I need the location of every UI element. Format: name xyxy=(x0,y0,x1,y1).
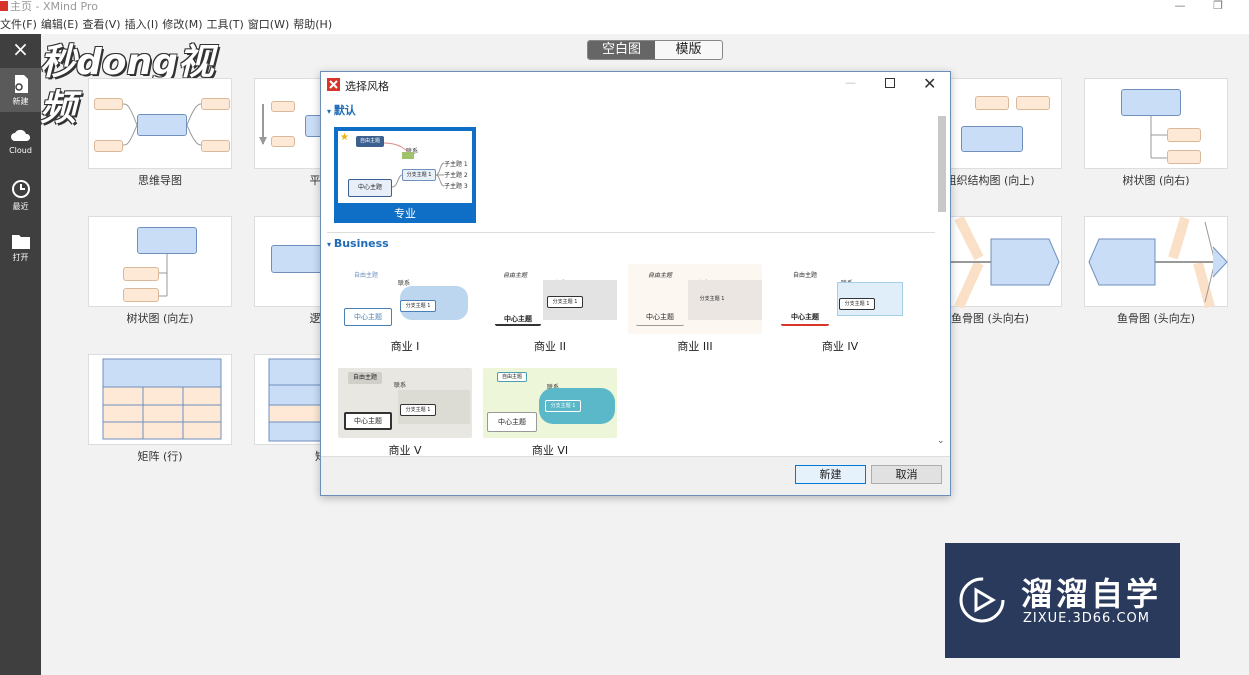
style-card-business-5[interactable]: 自由主题 联系 中心主题 分支主题 1 xyxy=(338,368,472,438)
scrollbar[interactable]: ⌄ xyxy=(935,102,949,450)
menu-help[interactable]: 帮助(H) xyxy=(293,16,336,34)
style-label: 商业 V xyxy=(388,444,422,456)
mini-free-topic: 自由主题 xyxy=(503,272,528,279)
style-label: 商业 I xyxy=(390,340,420,353)
style-card-business-4[interactable]: 自由主题 联系 中心主题 分支主题 1 xyxy=(773,264,907,334)
minimize-icon[interactable]: — xyxy=(845,76,856,89)
style-list: ▾ 默认 ★ 自由主题 联系 中心主题 分支主题 1 子主题 1 子主题 2 子… xyxy=(321,98,935,456)
menu-insert[interactable]: 插入(I) xyxy=(125,16,163,34)
xmind-logo-icon xyxy=(0,1,8,11)
xmind-logo-icon xyxy=(327,78,340,91)
new-button[interactable]: 新建 xyxy=(795,465,866,484)
dialog-title: 选择风格 xyxy=(345,80,389,93)
mini-free-topic: 自由主题 xyxy=(793,272,818,279)
template-card-mindmap[interactable] xyxy=(88,78,232,169)
style-label: 商业 IV xyxy=(821,340,859,353)
cloud-icon xyxy=(10,129,30,141)
mini-relation: 联系 xyxy=(394,382,407,389)
view-toggle: 空白图 模版 xyxy=(587,40,723,60)
menu-view[interactable]: 查看(V) xyxy=(82,16,124,34)
watermark-url: ZIXUE.3D66.COM xyxy=(1023,611,1150,626)
title-bar: 主页 - XMind Pro — ❐ xyxy=(0,0,1249,16)
menu-window[interactable]: 窗口(W) xyxy=(248,16,293,34)
mini-free-topic: 自由主题 xyxy=(648,272,673,279)
style-card-business-6[interactable]: 自由主题 联系 中心主题 分支主题 1 xyxy=(483,368,617,438)
tab-template[interactable]: 模版 xyxy=(655,41,722,59)
folder-icon xyxy=(11,235,30,249)
mini-branch-topic: 分支主题 1 xyxy=(400,300,436,312)
mini-free-topic: 自由主题 xyxy=(354,272,379,279)
style-card-professional[interactable]: ★ 自由主题 联系 中心主题 分支主题 1 子主题 1 子主题 2 子主题 3 … xyxy=(334,127,476,223)
mini-branch-topic: 分支主题 1 xyxy=(547,296,583,308)
sidebar-item-recent[interactable]: 最近 xyxy=(0,179,41,212)
new-file-icon xyxy=(14,75,28,93)
menu-bar: 文件(F) 编辑(E) 查看(V) 插入(I) 修改(M) 工具(T) 窗口(W… xyxy=(0,16,1249,34)
template-card-matrix-row[interactable] xyxy=(88,354,232,445)
mini-branch-topic: 分支主题 1 xyxy=(699,296,725,302)
cancel-button[interactable]: 取消 xyxy=(871,465,942,484)
maximize-icon[interactable] xyxy=(885,78,895,88)
sidebar-item-cloud[interactable]: Cloud xyxy=(0,126,41,155)
mini-center-topic: 中心主题 xyxy=(636,312,684,326)
template-label: 矩阵 (行) xyxy=(137,450,183,463)
watermark-title: 溜溜自学 xyxy=(1021,575,1162,613)
template-card-fishbone-left[interactable] xyxy=(1084,216,1228,308)
close-icon[interactable]: ✕ xyxy=(923,74,936,93)
dialog-footer: 新建 取消 xyxy=(321,456,950,495)
sidebar-item-label: 打开 xyxy=(12,253,29,262)
section-title: Business xyxy=(333,237,389,250)
template-label: 思维导图 xyxy=(138,174,182,187)
mini-center-topic: 中心主题 xyxy=(781,312,829,326)
mini-branch-topic: 分支主题 1 xyxy=(545,400,581,412)
tab-blank[interactable]: 空白图 xyxy=(588,41,655,59)
style-card-business-3[interactable]: 自由主题 联系 中心主题 分支主题 1 xyxy=(628,264,762,334)
mini-branch-topic: 分支主题 1 xyxy=(400,404,436,416)
section-business[interactable]: ▾ Business xyxy=(327,237,389,250)
template-card-tree-right[interactable] xyxy=(1084,78,1228,169)
section-default[interactable]: ▾ 默认 xyxy=(327,102,356,118)
style-card-business-2[interactable]: 自由主题 联系 中心主题 分支主题 1 xyxy=(483,264,617,334)
template-label: 鱼骨图 (头向左) xyxy=(1116,312,1196,325)
template-card-tree-left[interactable] xyxy=(88,216,232,307)
menu-tools[interactable]: 工具(T) xyxy=(206,16,247,34)
style-label: 商业 III xyxy=(677,340,713,353)
mini-center-topic: 中心主题 xyxy=(487,412,537,432)
mini-center-topic: 中心主题 xyxy=(495,314,541,326)
menu-modify[interactable]: 修改(M) xyxy=(162,16,206,34)
clock-icon xyxy=(11,180,30,198)
section-title: 默认 xyxy=(333,104,356,117)
template-label: 树状图 (向左) xyxy=(126,312,194,325)
minimize-icon[interactable]: — xyxy=(1170,0,1190,12)
style-label: 专业 xyxy=(394,207,416,220)
template-label: 树状图 (向右) xyxy=(1122,174,1190,187)
play-logo-icon xyxy=(959,577,1005,623)
window-title: 主页 - XMind Pro xyxy=(10,0,98,13)
sidebar-item-open[interactable]: 打开 xyxy=(0,232,41,263)
scrollbar-thumb[interactable] xyxy=(938,116,946,212)
dialog-titlebar: 选择风格 — ✕ xyxy=(321,72,950,98)
menu-file[interactable]: 文件(F) xyxy=(0,16,41,34)
menu-edit[interactable]: 编辑(E) xyxy=(41,16,83,34)
style-label: 商业 VI xyxy=(531,444,569,456)
chevron-down-icon[interactable]: ⌄ xyxy=(937,436,945,446)
style-label: 商业 II xyxy=(534,340,566,353)
style-dialog: 选择风格 — ✕ ▾ 默认 ★ 自由主题 联系 中心主题 分支主题 1 子主题 … xyxy=(320,71,951,496)
close-icon[interactable]: × xyxy=(0,38,41,60)
sidebar-item-label: Cloud xyxy=(9,146,32,155)
mini-free-topic: 自由主题 xyxy=(348,372,382,384)
sidebar-item-label: 新建 xyxy=(12,97,29,106)
mini-branch-topic: 分支主题 1 xyxy=(839,298,875,310)
mini-free-topic: 自由主题 xyxy=(497,372,527,382)
sidebar-item-new[interactable]: 新建 xyxy=(0,68,41,112)
restore-icon[interactable]: ❐ xyxy=(1208,0,1228,12)
sidebar: × 新建 Cloud 最近 打开 xyxy=(0,34,41,675)
sidebar-item-label: 最近 xyxy=(12,202,29,211)
style-card-business-1[interactable]: 自由主题 联系 中心主题 分支主题 1 xyxy=(338,264,472,334)
mini-center-topic: 中心主题 xyxy=(344,412,392,430)
watermark: 溜溜自学 ZIXUE.3D66.COM xyxy=(945,543,1180,658)
mini-center-topic: 中心主题 xyxy=(344,308,392,326)
divider xyxy=(327,232,935,233)
